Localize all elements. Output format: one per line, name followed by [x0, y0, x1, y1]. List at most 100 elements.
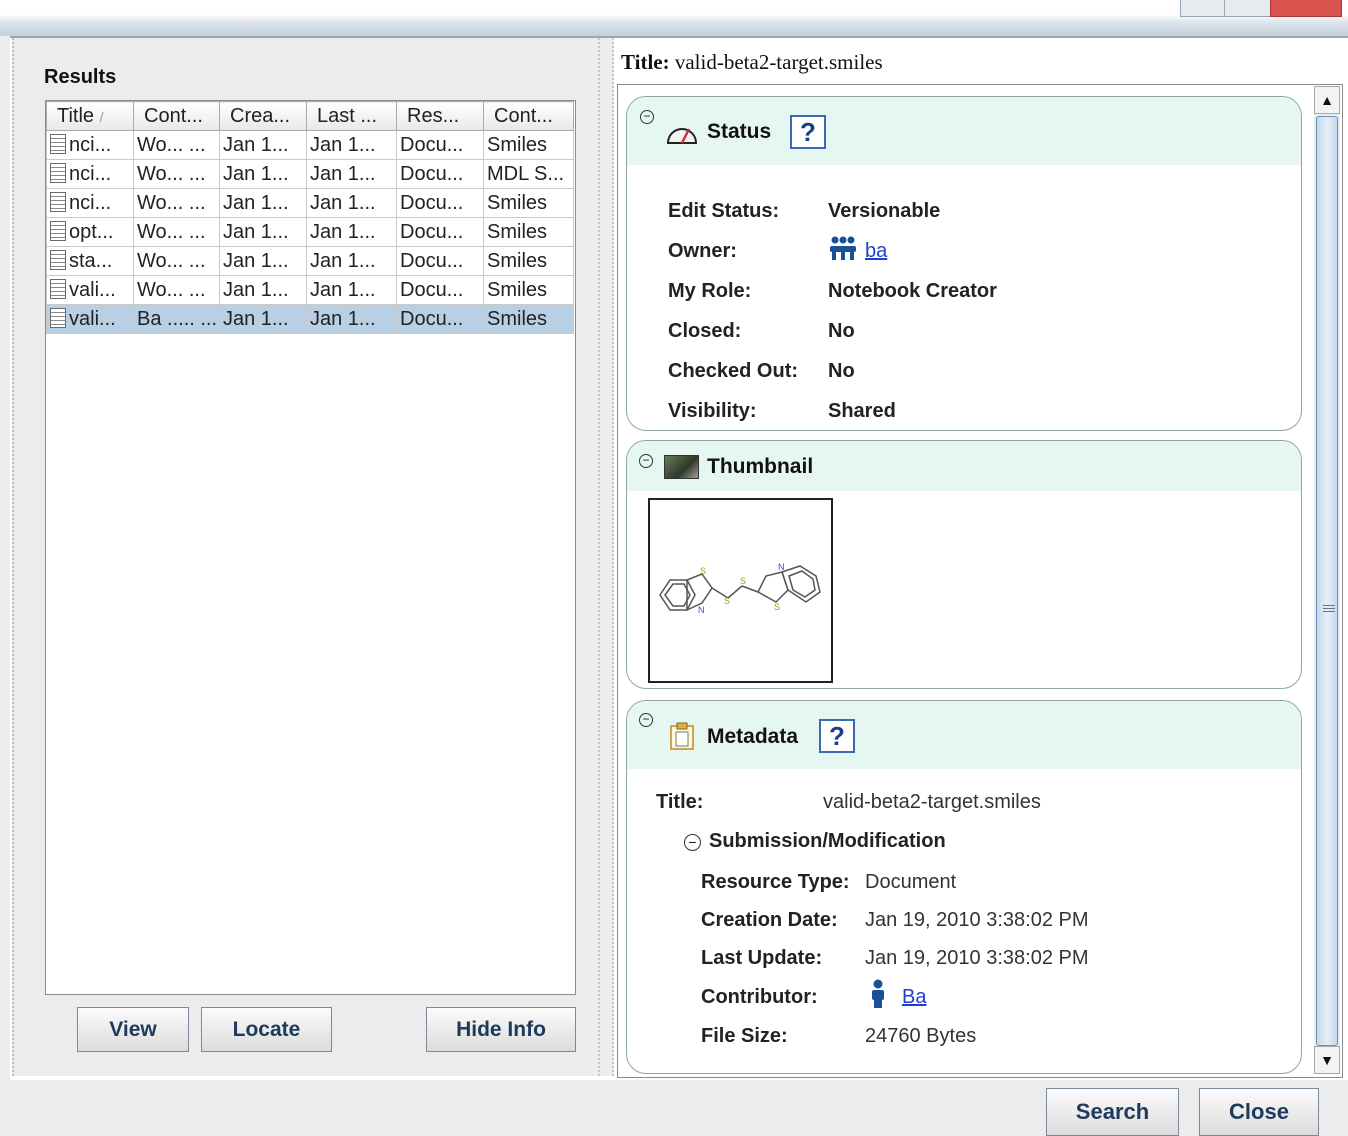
detail-title-label: Title:: [621, 50, 670, 74]
cell-text: nci...: [69, 191, 112, 214]
table-cell: Jan 1...: [306, 159, 397, 189]
status-heading: Status: [707, 120, 772, 143]
cell-text: nci...: [69, 162, 112, 185]
table-cell: Jan 1...: [306, 217, 397, 247]
status-section-header[interactable]: − Status ?: [627, 97, 1301, 165]
close-button[interactable]: Close: [1199, 1088, 1319, 1136]
table-cell: Jan 1...: [306, 130, 397, 160]
scroll-down-arrow-icon[interactable]: ▼: [1314, 1046, 1340, 1074]
closed-label: Closed:: [668, 320, 742, 342]
table-cell: Smiles: [483, 217, 574, 247]
checked-out-label: Checked Out:: [668, 360, 799, 382]
metadata-section-header[interactable]: − Metadata ?: [627, 701, 1301, 769]
table-cell: Jan 1...: [306, 246, 397, 276]
status-help-button[interactable]: ?: [790, 115, 826, 149]
table-cell: Wo... ...: [133, 130, 220, 160]
search-button[interactable]: Search: [1046, 1088, 1179, 1136]
my-role-value: Notebook Creator: [828, 280, 997, 302]
collapse-icon[interactable]: −: [639, 454, 653, 468]
table-cell: sta...: [46, 246, 134, 276]
table-row[interactable]: nci... Wo... ... Jan 1... Jan 1... Docu.…: [46, 130, 574, 160]
collapse-icon[interactable]: −: [639, 713, 653, 727]
document-icon: [50, 133, 66, 154]
scroll-up-arrow-icon[interactable]: ▲: [1314, 86, 1340, 114]
file-size-label: File Size:: [701, 1025, 788, 1047]
contributor-label: Contributor:: [701, 986, 818, 1008]
cell-text: nci...: [69, 133, 112, 156]
metadata-help-button[interactable]: ?: [819, 719, 855, 753]
window-close-button[interactable]: [1270, 0, 1342, 17]
visibility-value: Shared: [828, 400, 896, 422]
visibility-label: Visibility:: [668, 400, 757, 422]
metadata-title-value: valid-beta2-target.smiles: [823, 791, 1041, 813]
split-pane-divider[interactable]: [598, 38, 614, 1076]
table-row[interactable]: sta... Wo... ... Jan 1... Jan 1... Docu.…: [46, 246, 574, 276]
minimize-button[interactable]: [1180, 0, 1226, 17]
thumbnail-section: − Thumbnail N S S S N S: [626, 440, 1302, 689]
table-cell: Docu...: [396, 275, 484, 305]
window-title-bar: [0, 0, 1348, 36]
document-icon: [50, 220, 66, 241]
table-cell: vali...: [46, 275, 134, 305]
table-row-selected[interactable]: vali... Ba ..... ... Jan 1... Jan 1... D…: [46, 304, 574, 334]
creation-date-value: Jan 19, 2010 3:38:02 PM: [865, 909, 1089, 931]
closed-value: No: [828, 320, 855, 342]
table-header-row: Title / Cont... Crea... Last ... Res... …: [46, 101, 574, 131]
collapse-icon[interactable]: −: [640, 110, 654, 124]
molecule-thumbnail[interactable]: N S S S N S: [648, 498, 833, 683]
owner-link[interactable]: ba: [865, 240, 887, 263]
table-row[interactable]: nci... Wo... ... Jan 1... Jan 1... Docu.…: [46, 159, 574, 189]
cell-text: vali...: [69, 307, 116, 330]
maximize-button[interactable]: [1224, 0, 1272, 17]
sort-indicator: /: [99, 108, 104, 125]
vertical-scrollbar[interactable]: ▲ ▼: [1314, 86, 1340, 1074]
column-header-last-update[interactable]: Last ...: [306, 101, 397, 131]
gauge-icon: [666, 128, 698, 144]
contributor-link[interactable]: Ba: [902, 986, 926, 1009]
column-header-created[interactable]: Crea...: [219, 101, 307, 131]
table-cell: Wo... ...: [133, 246, 220, 276]
table-row[interactable]: vali... Wo... ... Jan 1... Jan 1... Docu…: [46, 275, 574, 305]
hide-info-button[interactable]: Hide Info: [426, 1007, 576, 1052]
metadata-title-label: Title:: [656, 791, 704, 813]
detail-title: Title: valid-beta2-target.smiles: [621, 50, 883, 75]
subsection-collapse-icon[interactable]: −: [684, 834, 701, 851]
table-cell: Smiles: [483, 246, 574, 276]
cell-text: sta...: [69, 249, 113, 272]
column-header-contributor[interactable]: Cont...: [133, 101, 220, 131]
status-section: − Status ? Edit Status: Versionable Owne…: [626, 96, 1302, 431]
table-cell: Docu...: [396, 130, 484, 160]
thumbnail-section-header[interactable]: − Thumbnail: [627, 441, 1301, 491]
edit-status-value: Versionable: [828, 200, 941, 222]
table-cell: Jan 1...: [219, 246, 307, 276]
file-size-value: 24760 Bytes: [865, 1025, 977, 1047]
table-cell: nci...: [46, 159, 134, 189]
column-header-title[interactable]: Title /: [46, 101, 134, 131]
table-row[interactable]: opt... Wo... ... Jan 1... Jan 1... Docu.…: [46, 217, 574, 247]
document-icon: [50, 249, 66, 270]
creation-date-label: Creation Date:: [701, 909, 838, 931]
scroll-thumb[interactable]: [1316, 116, 1338, 1046]
column-header-content-type[interactable]: Cont...: [483, 101, 574, 131]
cell-text: vali...: [69, 278, 116, 301]
table-cell: Smiles: [483, 275, 574, 305]
column-header-resource-type[interactable]: Res...: [396, 101, 484, 131]
table-cell: Docu...: [396, 188, 484, 218]
table-row[interactable]: nci... Wo... ... Jan 1... Jan 1... Docu.…: [46, 188, 574, 218]
table-cell: Jan 1...: [306, 188, 397, 218]
resource-type-label: Resource Type:: [701, 871, 850, 893]
svg-text:S: S: [700, 566, 706, 576]
table-cell: Jan 1...: [219, 275, 307, 305]
table-cell: Jan 1...: [219, 188, 307, 218]
results-table[interactable]: Title / Cont... Crea... Last ... Res... …: [45, 100, 576, 995]
svg-text:N: N: [778, 562, 785, 572]
table-cell: vali...: [46, 304, 134, 334]
owner-label: Owner:: [668, 240, 737, 262]
document-icon: [50, 191, 66, 212]
table-cell: Jan 1...: [219, 130, 307, 160]
view-button[interactable]: View: [77, 1007, 189, 1052]
table-cell: Docu...: [396, 159, 484, 189]
metadata-heading: Metadata: [707, 725, 799, 748]
table-cell: Jan 1...: [306, 275, 397, 305]
locate-button[interactable]: Locate: [201, 1007, 332, 1052]
